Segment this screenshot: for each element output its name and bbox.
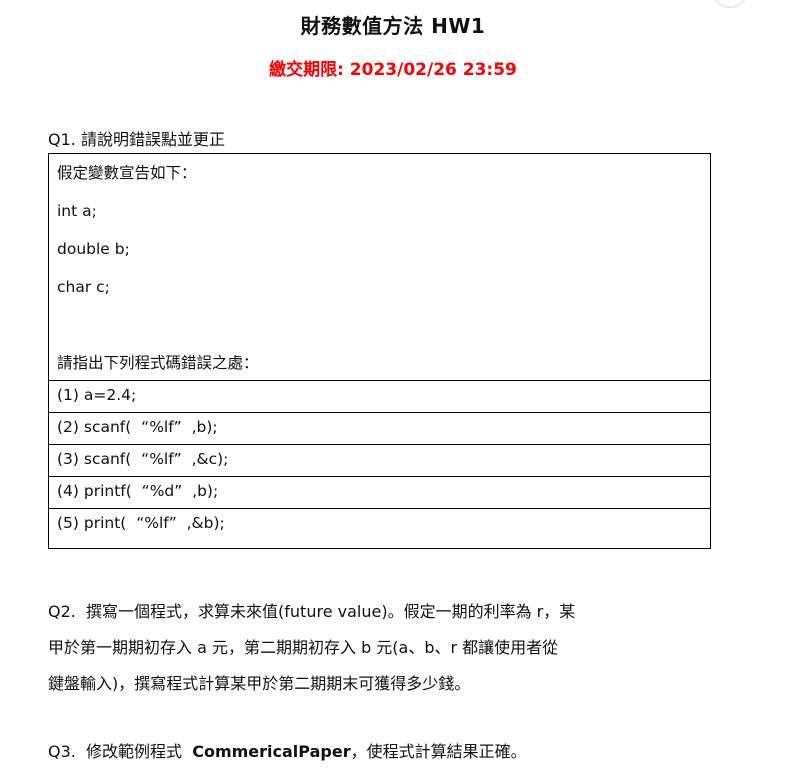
corner-circle-button[interactable] (712, 0, 748, 8)
q1-line: (2) scanf( “%lf” ,b); (57, 418, 218, 436)
q3-program-name: CommericalPaper (192, 742, 351, 761)
q1-line: 假定變數宣告如下： (57, 164, 197, 182)
q3-suffix: ，使程式計算結果正確。 (350, 742, 527, 761)
q2-text-line: 甲於第一期期初存入 a 元，第二期期初存入 b 元(a、b、r 都讓使用者從 (48, 638, 559, 657)
q1-line: double b; (57, 240, 130, 258)
q1-heading: Q1. 請說明錯誤點並更正 (48, 130, 225, 149)
table-row-divider (49, 476, 710, 477)
q3-prefix: Q3. 修改範例程式 (48, 742, 193, 761)
deadline-text: 繳交期限: 2023/02/26 23:59 (269, 60, 517, 80)
q1-code-table: 假定變數宣告如下： int a; double b; char c; 請指出下列… (48, 153, 711, 549)
table-row-divider (49, 444, 710, 445)
q3-text: Q3. 修改範例程式 CommericalPaper，使程式計算結果正確。 (48, 738, 527, 762)
table-row-divider (49, 412, 710, 413)
q1-line: (1) a=2.4; (57, 386, 137, 404)
q1-line: (4) printf( “%d” ,b); (57, 482, 219, 500)
table-row-divider (49, 508, 710, 509)
q2-text-line: 鍵盤輸入)，撰寫程式計算某甲於第二期期末可獲得多少錢。 (48, 674, 471, 693)
q2-text-line: Q2. 撰寫一個程式，求算未來值(future value)。假定一期的利率為 … (48, 602, 576, 621)
q1-line: 請指出下列程式碼錯誤之處： (57, 354, 259, 372)
document-title: 財務數值方法 HW1 (300, 14, 486, 38)
q1-line: char c; (57, 278, 110, 296)
q1-line: (3) scanf( “%lf” ,&c); (57, 450, 229, 468)
q1-line: (5) print( “%lf” ,&b); (57, 514, 225, 532)
q1-line: int a; (57, 202, 97, 220)
table-row-divider (49, 380, 710, 381)
